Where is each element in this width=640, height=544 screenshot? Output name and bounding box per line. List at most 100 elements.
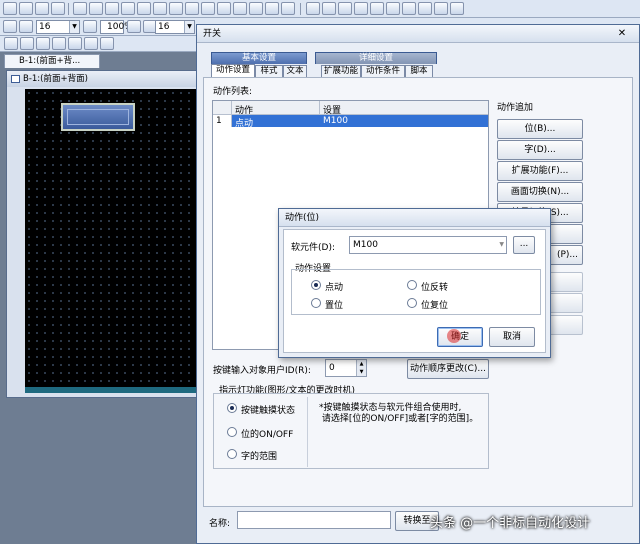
tool-icon[interactable] [386,2,400,15]
spin-arrows-icon[interactable]: ▲ ▼ [356,360,366,376]
tab-action-settings[interactable]: 动作设置 [211,64,255,77]
tool-icon[interactable] [3,2,17,15]
table-row[interactable]: 1 点动 M100 [213,115,488,129]
editor-window-titlebar: B-1:(前面+背面) [7,71,199,87]
tool-icon[interactable] [450,2,464,15]
action-bit-dialog-title: 动作(位) [285,213,320,223]
device-field[interactable]: M100 ▼ [349,236,507,254]
tool-icon[interactable] [402,2,416,15]
tool-icon[interactable] [36,37,50,50]
tool-icon[interactable] [73,2,87,15]
tool-icon[interactable] [418,2,432,15]
tab-group-basic-label: 基本设置 [241,53,276,63]
indicator-radio-bit[interactable] [227,427,237,437]
tool-icon[interactable] [3,20,17,33]
action-bit-dialog: 动作(位) 软元件(D): M100 ▼ ... 动作设置 点动 置位 位反转 … [278,208,551,358]
tool-icon[interactable] [217,2,231,15]
indicator-radio-word[interactable] [227,449,237,459]
tool-icon[interactable] [83,20,97,33]
tool-icon[interactable] [105,2,119,15]
tool-icon[interactable] [121,2,135,15]
indicator-radio-touch[interactable] [227,403,237,413]
editor-window: B-1:(前面+背面) [6,70,200,398]
option-toggle: 位反转 [421,283,449,293]
close-icon[interactable]: ✕ [611,28,633,40]
tool-icon[interactable] [281,2,295,15]
tool-icon[interactable] [4,37,18,50]
zoom-in-icon[interactable] [127,20,141,33]
tab-style[interactable]: 样式 [255,65,283,77]
canvas-bottom-strip [25,387,199,393]
tool-icon[interactable] [52,37,66,50]
option-reset: 位复位 [421,301,449,311]
tool-icon[interactable] [201,2,215,15]
option-set: 置位 [325,301,344,311]
chevron-down-icon[interactable]: ▼ [499,237,504,253]
editor-tab-label: B-1:(前面+背... [19,56,81,66]
tool-icon[interactable] [35,2,49,15]
radio-toggle[interactable] [407,280,417,290]
tool-icon[interactable] [169,2,183,15]
row-number: 1 [216,116,222,126]
tab-extend[interactable]: 扩展功能 [321,65,361,77]
tool-icon[interactable] [338,2,352,15]
tab-label: 动作条件 [365,66,400,76]
user-id-value: 0 [329,363,335,373]
screen-canvas[interactable] [25,89,199,387]
tool-icon[interactable] [370,2,384,15]
radio-momentary[interactable] [311,280,321,290]
watermark: 头条 @一个非标自动化设计 [430,516,591,531]
tab-group-detail[interactable]: 详细设置 [315,52,437,64]
cancel-button[interactable]: 取消 [489,327,535,347]
tab-label: 样式 [260,66,278,76]
switch-object[interactable] [61,103,135,131]
font-size-combo-2[interactable]: 16 ▼ [155,20,195,34]
tool-icon[interactable] [89,2,103,15]
tool-icon[interactable] [354,2,368,15]
tool-icon[interactable] [153,2,167,15]
tool-icon[interactable] [306,2,320,15]
browse-button[interactable]: ... [513,236,535,254]
indicator-option-bit: 位的ON/OFF [241,430,294,440]
tool-icon[interactable] [137,2,151,15]
tool-icon[interactable] [19,20,33,33]
user-id-spinner[interactable]: 0 ▲ ▼ [325,359,367,377]
add-bit-button[interactable]: 位(B)... [497,119,583,139]
tool-icon[interactable] [84,37,98,50]
tool-icon[interactable] [100,37,114,50]
add-screen-switch-button[interactable]: 画面切换(N)... [497,182,583,202]
tool-icon[interactable] [249,2,263,15]
tool-icon[interactable] [265,2,279,15]
font-size-combo[interactable]: 16 ▼ [36,20,80,34]
add-word-button[interactable]: 字(D)... [497,140,583,160]
tool-icon[interactable] [233,2,247,15]
tool-icon[interactable] [19,2,33,15]
editor-tab[interactable]: B-1:(前面+背... [4,54,100,68]
font-size-value: 16 [39,22,51,32]
tab-script[interactable]: 脚本 [405,65,433,77]
option-momentary: 点动 [325,283,344,293]
add-extended-button[interactable]: 扩展功能(F)... [497,161,583,181]
action-order-button[interactable]: 动作顺序更改(C)... [407,359,489,379]
tab-group-basic[interactable]: 基本设置 [211,52,307,64]
tab-text[interactable]: 文本 [283,65,307,77]
tool-icon[interactable] [51,2,65,15]
action-bit-dialog-titlebar: 动作(位) [279,209,550,227]
chevron-down-icon: ▼ [69,21,79,33]
tool-icon[interactable] [68,37,82,50]
radio-reset[interactable] [407,298,417,308]
tool-icon[interactable] [322,2,336,15]
table-header [213,101,488,115]
tool-icon[interactable] [20,37,34,50]
tab-condition[interactable]: 动作条件 [361,65,405,77]
zoom-combo[interactable]: 100% [100,20,133,34]
device-value: M100 [353,240,378,250]
add-action-label: 动作追加 [497,103,534,113]
radio-set[interactable] [311,298,321,308]
row-action: 点动 [235,119,254,129]
tool-icon[interactable] [434,2,448,15]
name-field[interactable] [237,511,391,529]
action-list-label: 动作列表: [213,87,253,97]
tab-label: 脚本 [410,66,428,76]
tool-icon[interactable] [185,2,199,15]
